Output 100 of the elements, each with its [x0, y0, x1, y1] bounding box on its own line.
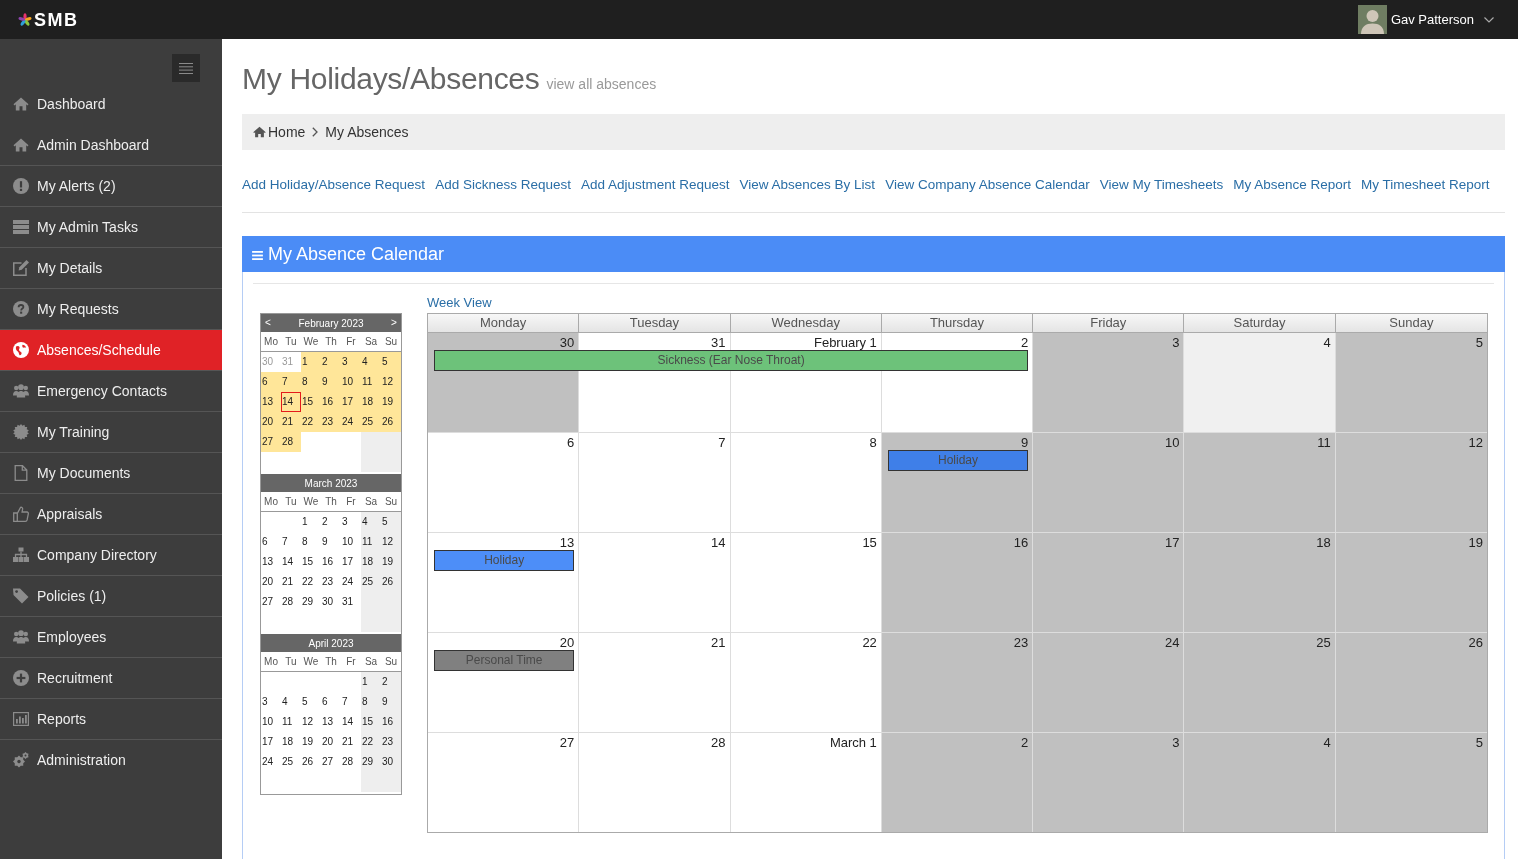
day-cell[interactable]: 5: [381, 352, 401, 372]
day-cell[interactable]: 19: [381, 392, 401, 412]
day-cell: 19: [1335, 533, 1487, 632]
day-cell[interactable]: 6: [261, 372, 281, 392]
action-link[interactable]: Add Sickness Request: [435, 176, 571, 194]
day-cell[interactable]: 19: [381, 552, 401, 572]
sidebar-item[interactable]: My Admin Tasks: [0, 206, 222, 247]
home-icon: [13, 95, 29, 112]
weekday-header: Sunday: [1335, 313, 1487, 333]
day-cell: 17: [1033, 533, 1185, 632]
sidebar-item[interactable]: Admin Dashboard: [0, 124, 222, 165]
help-icon: [13, 301, 29, 317]
weekday-label: Fr: [345, 336, 357, 347]
day-cell[interactable]: 5: [381, 512, 401, 532]
sidebar-item[interactable]: Absences/Schedule: [0, 329, 222, 370]
sidebar-item[interactable]: My Alerts (2): [0, 165, 222, 206]
action-link[interactable]: View Absences By List: [739, 176, 876, 194]
day-cell[interactable]: 12: [381, 372, 401, 392]
day-cell[interactable]: 24: [341, 412, 361, 432]
sidebar-toggle-button[interactable]: [172, 54, 200, 82]
edit-icon: [13, 260, 29, 276]
day-cell[interactable]: 17: [341, 392, 361, 412]
day-cell[interactable]: 9: [381, 692, 401, 712]
day-cell[interactable]: 3: [341, 352, 361, 372]
day-cell[interactable]: 16: [321, 392, 341, 412]
user-menu[interactable]: Gav Patterson: [1357, 5, 1494, 34]
day-cell[interactable]: 2: [321, 352, 341, 372]
weekday-label: Mo: [263, 336, 279, 347]
day-cell: 10: [1033, 433, 1185, 532]
weekday-label: Th: [324, 656, 338, 667]
day-cell: 26: [1335, 633, 1487, 732]
weekday-label: Mo: [263, 496, 279, 507]
day-cell[interactable]: 26: [381, 412, 401, 432]
day-cell[interactable]: 21: [281, 412, 301, 432]
day-cell[interactable]: 22: [301, 412, 321, 432]
chevron-right-icon: [312, 127, 319, 137]
day-cell[interactable]: 27: [261, 432, 281, 452]
home-link[interactable]: Home: [253, 124, 306, 140]
day-cell[interactable]: 29: [361, 752, 381, 772]
day-cell: 5: [1335, 733, 1487, 832]
day-cell[interactable]: 15: [361, 712, 381, 732]
sitemap-icon: [13, 547, 29, 563]
sidebar-item[interactable]: Dashboard: [0, 83, 222, 124]
weekday-label: Tu: [284, 336, 298, 347]
action-link[interactable]: My Absence Report: [1233, 176, 1352, 194]
week-view-link[interactable]: Week View: [427, 294, 492, 312]
day-cell[interactable]: 8: [301, 372, 321, 392]
action-link[interactable]: My Timesheet Report: [1361, 176, 1490, 194]
day-cell[interactable]: 23: [381, 732, 401, 752]
day-cell[interactable]: 9: [321, 372, 341, 392]
day-cell[interactable]: 8: [361, 692, 381, 712]
menu-icon: [179, 62, 193, 74]
page-title: My Holidays/Absences: [242, 61, 540, 97]
day-cell[interactable]: 18: [361, 552, 381, 572]
day-cell[interactable]: 22: [361, 732, 381, 752]
day-cell: 25: [1184, 633, 1336, 732]
action-link[interactable]: Add Adjustment Request: [580, 176, 730, 194]
event-bar[interactable]: Sickness (Ear Nose Throat): [434, 350, 1029, 371]
day-cell[interactable]: 20: [261, 412, 281, 432]
day-cell: 24: [1033, 633, 1185, 732]
next-month-button[interactable]: >: [387, 314, 401, 332]
logo-text: SMB: [34, 9, 79, 30]
month-title: April 2023: [307, 637, 355, 649]
day-cell[interactable]: 25: [361, 572, 381, 592]
day-cell: 2: [881, 733, 1034, 832]
day-cell[interactable]: 11: [361, 532, 381, 552]
day-cell[interactable]: 1: [301, 352, 321, 372]
day-cell[interactable]: 4: [361, 512, 381, 532]
day-cell[interactable]: 13: [261, 392, 281, 412]
day-cell[interactable]: 4: [361, 352, 381, 372]
sidebar-item[interactable]: My Training: [0, 411, 222, 452]
tag-icon: [13, 588, 29, 604]
day-cell[interactable]: 16: [381, 712, 401, 732]
sidebar-item[interactable]: Recruitment: [0, 657, 222, 698]
day-cell[interactable]: 1: [361, 672, 381, 692]
day-cell[interactable]: 10: [341, 372, 361, 392]
day-cell[interactable]: 30: [381, 752, 401, 772]
day-cell[interactable]: 28: [281, 432, 301, 452]
prev-month-button[interactable]: <: [261, 314, 275, 332]
list-icon: [13, 219, 29, 235]
panel-title: My Absence Calendar: [268, 243, 445, 265]
action-link[interactable]: View Company Absence Calendar: [885, 176, 1090, 194]
action-link[interactable]: Add Holiday/Absence Request: [242, 176, 426, 194]
thumbs-up-icon: [13, 506, 29, 522]
day-cell[interactable]: 26: [381, 572, 401, 592]
day-cell[interactable]: 7: [281, 372, 301, 392]
document-icon: [13, 465, 29, 481]
day-cell[interactable]: 18: [361, 392, 381, 412]
weekday-label: Fr: [345, 496, 357, 507]
day-cell[interactable]: 12: [381, 532, 401, 552]
day-cell[interactable]: 25: [361, 412, 381, 432]
weekday-label: Su: [383, 496, 399, 507]
day-cell[interactable]: 14: [281, 392, 301, 412]
day-cell[interactable]: 15: [301, 392, 321, 412]
action-link[interactable]: View My Timesheets: [1099, 176, 1224, 194]
day-cell[interactable]: 23: [321, 412, 341, 432]
day-cell: 12: [1335, 433, 1487, 532]
weekday-header: Friday: [1033, 313, 1185, 333]
day-cell[interactable]: 11: [361, 372, 381, 392]
day-cell[interactable]: 2: [381, 672, 401, 692]
